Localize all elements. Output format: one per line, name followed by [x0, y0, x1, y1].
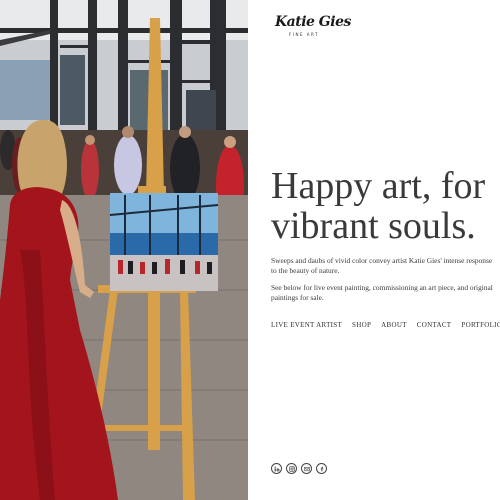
nav-contact[interactable]: CONTACT	[417, 321, 452, 329]
hero-photo	[0, 0, 248, 500]
email-icon[interactable]	[301, 463, 312, 474]
nav-about[interactable]: ABOUT	[381, 321, 407, 329]
brand-logo[interactable]: Katie Gies FINE ART	[275, 14, 351, 40]
nav-shop[interactable]: SHOP	[352, 321, 371, 329]
social-links	[271, 463, 327, 474]
hero-headline: Happy art, for vibrant souls.	[271, 165, 486, 247]
nav-portfolio[interactable]: PORTFOLIO	[461, 321, 500, 329]
facebook-icon[interactable]	[316, 463, 327, 474]
content-panel	[248, 0, 500, 500]
nav-live-event-artist[interactable]: LIVE EVENT ARTIST	[271, 321, 342, 329]
event-painting-photo	[0, 0, 248, 500]
logo-script: Katie Gies	[275, 14, 351, 30]
intro-paragraph: Sweeps and daubs of vivid color convey a…	[271, 256, 493, 275]
instagram-icon[interactable]	[286, 463, 297, 474]
main-nav: LIVE EVENT ARTIST SHOP ABOUT CONTACT POR…	[271, 321, 500, 329]
services-paragraph: See below for live event painting, commi…	[271, 283, 493, 302]
logo-subtitle: FINE ART	[289, 32, 319, 37]
linkedin-icon[interactable]	[271, 463, 282, 474]
